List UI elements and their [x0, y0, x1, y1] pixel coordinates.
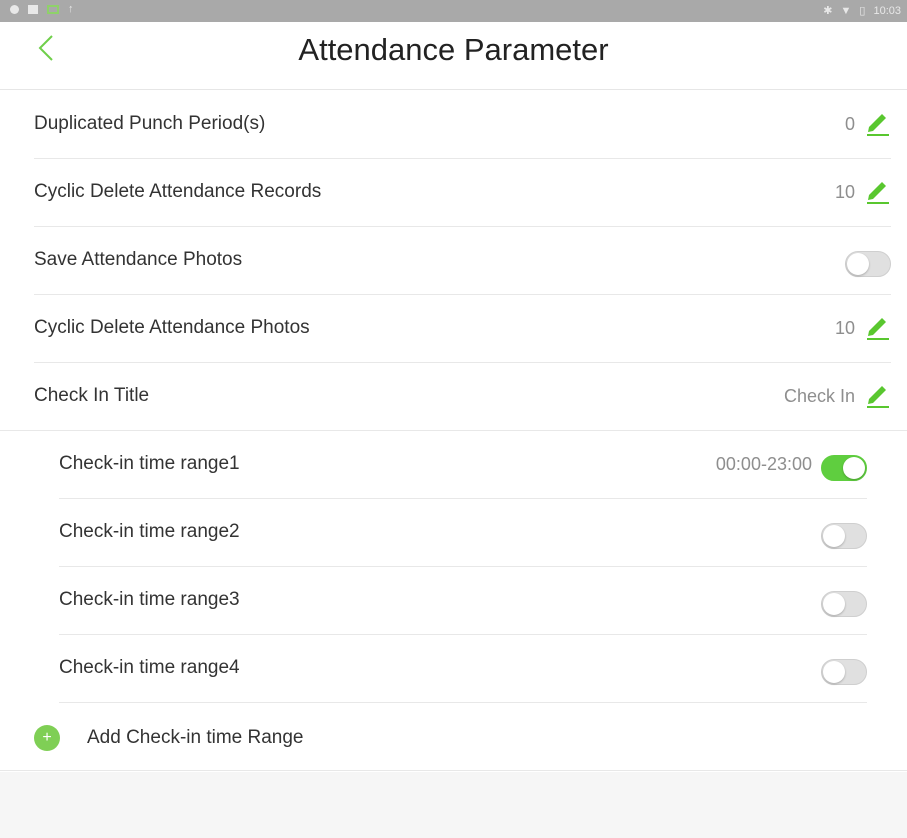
time-range-toggle[interactable]: [821, 455, 867, 481]
time-range-row-4[interactable]: Check-in time range4: [59, 635, 867, 703]
time-range-toggle[interactable]: [821, 591, 867, 617]
time-range-label: Check-in time range1: [59, 453, 240, 474]
app-header: Attendance Parameter: [0, 22, 907, 90]
time-range-toggle[interactable]: [821, 523, 867, 549]
pencil-icon: [867, 318, 889, 340]
toggle-knob: [823, 525, 845, 547]
time-range-label: Check-in time range4: [59, 657, 240, 678]
toggle-knob: [847, 253, 869, 275]
empty-footer-area: [0, 772, 907, 838]
pencil-icon: [867, 182, 889, 204]
bluetooth-icon: ✱: [823, 5, 833, 17]
edit-button[interactable]: [865, 175, 891, 205]
setting-value: 10: [834, 182, 855, 202]
upload-icon: ↑: [68, 3, 74, 15]
status-time: 10:03: [873, 4, 901, 17]
toggle-knob: [843, 457, 865, 479]
setting-label: Check In Title: [34, 385, 150, 406]
setting-value: Check In: [783, 386, 855, 406]
time-range-row-2[interactable]: Check-in time range2: [59, 499, 867, 567]
setting-label: Save Attendance Photos: [34, 249, 243, 270]
setting-row-cyclic-delete-records[interactable]: Cyclic Delete Attendance Records 10: [34, 159, 891, 227]
setting-value: 0: [844, 114, 855, 134]
battery-icon: ▯: [859, 5, 866, 17]
screen-notification-icon: [47, 5, 59, 14]
setting-value: 10: [834, 318, 855, 338]
wifi-icon: ▼: [840, 4, 852, 17]
setting-row-duplicated-punch-period[interactable]: Duplicated Punch Period(s) 0: [34, 91, 891, 159]
toggle-knob: [823, 661, 845, 683]
time-range-toggle[interactable]: [821, 659, 867, 685]
time-range-label: Check-in time range3: [59, 589, 240, 610]
save-photos-toggle[interactable]: [845, 251, 891, 277]
toggle-knob: [823, 593, 845, 615]
time-range-value: 00:00-23:00: [715, 454, 812, 474]
setting-row-cyclic-delete-photos[interactable]: Cyclic Delete Attendance Photos 10: [34, 295, 891, 363]
pencil-icon: [867, 114, 889, 136]
setting-label: Duplicated Punch Period(s): [34, 113, 266, 134]
edit-button[interactable]: [865, 311, 891, 341]
plus-icon: +: [34, 725, 60, 751]
setting-label: Cyclic Delete Attendance Records: [34, 181, 322, 202]
time-range-row-3[interactable]: Check-in time range3: [59, 567, 867, 635]
setting-label: Cyclic Delete Attendance Photos: [34, 317, 310, 338]
time-range-label: Check-in time range2: [59, 521, 240, 542]
time-range-row-1[interactable]: Check-in time range1 00:00-23:00: [59, 431, 867, 499]
image-notification-icon: [28, 5, 38, 14]
pencil-icon: [867, 386, 889, 408]
setting-row-save-attendance-photos[interactable]: Save Attendance Photos: [34, 227, 891, 295]
status-bar-system: ✱ ▼ ▯ 10:03: [823, 4, 901, 18]
add-time-range-button[interactable]: + Add Check-in time Range: [0, 705, 907, 771]
status-bar-notifications: ↑: [10, 4, 77, 15]
edit-button[interactable]: [865, 379, 891, 409]
edit-button[interactable]: [865, 107, 891, 137]
notification-icon: [10, 5, 19, 14]
page-title: Attendance Parameter: [298, 32, 609, 67]
add-time-range-label: Add Check-in time Range: [87, 727, 304, 748]
status-bar: ↑ ✱ ▼ ▯ 10:03: [0, 0, 907, 22]
setting-row-check-in-title[interactable]: Check In Title Check In: [0, 363, 907, 431]
